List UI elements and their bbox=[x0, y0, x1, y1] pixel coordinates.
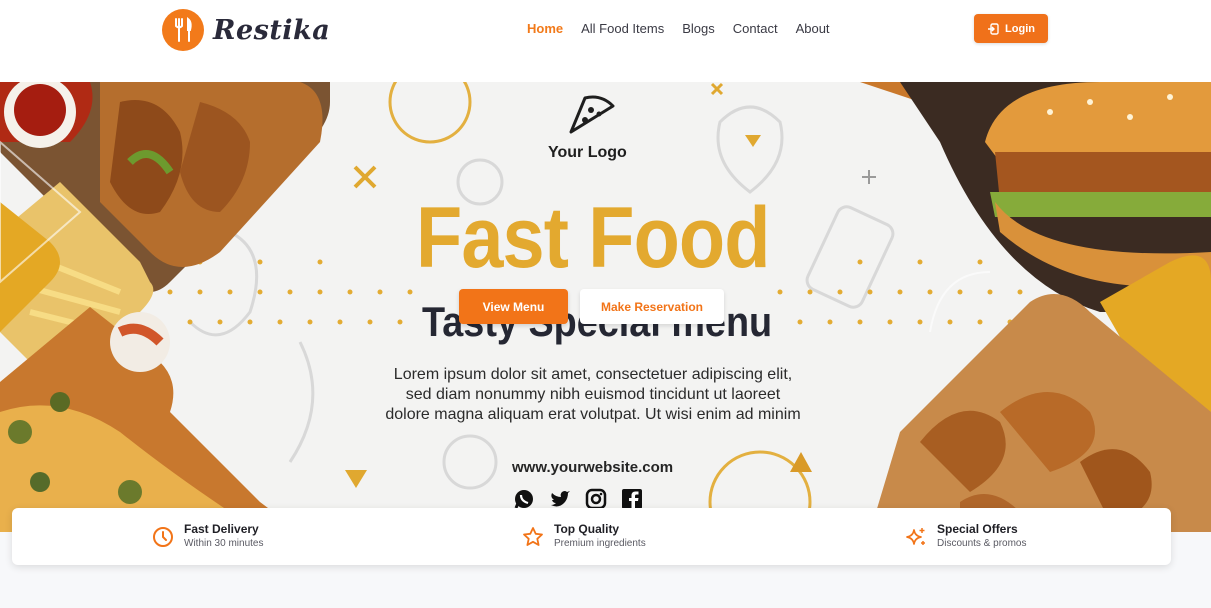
sparkles-icon bbox=[906, 528, 925, 545]
nav-item-about[interactable]: About bbox=[796, 21, 830, 37]
feature-title: Fast Delivery bbox=[184, 522, 259, 536]
facebook-icon bbox=[621, 488, 643, 510]
social-icons bbox=[513, 488, 643, 510]
feature-subtitle: Within 30 minutes bbox=[184, 538, 264, 549]
login-label: Login bbox=[1005, 22, 1035, 35]
fork-knife-icon bbox=[162, 9, 204, 51]
star-icon bbox=[523, 527, 543, 546]
nav-item-home[interactable]: Home bbox=[527, 21, 563, 37]
nav-item-contact[interactable]: Contact bbox=[733, 21, 778, 37]
hero-description: Lorem ipsum dolor sit amet, consectetuer… bbox=[352, 365, 834, 425]
nav-item-all-food-items[interactable]: All Food Items bbox=[581, 21, 664, 37]
hero-banner: Your Logo Fast Food Tasty Special menu L… bbox=[0, 82, 1211, 532]
whatsapp-icon bbox=[513, 488, 535, 510]
view-menu-button[interactable]: View Menu bbox=[459, 289, 568, 324]
hero-description-line: dolore magna aliquam erat volutpat. Ut w… bbox=[385, 406, 801, 423]
feature-subtitle: Premium ingredients bbox=[554, 538, 646, 549]
feature-title: Special Offers bbox=[937, 522, 1018, 536]
hero-headline: Fast Food bbox=[416, 190, 771, 286]
banner-logo-text: Your Logo bbox=[548, 144, 627, 161]
hero-description-line: Lorem ipsum dolor sit amet, consectetuer… bbox=[393, 366, 793, 383]
login-icon bbox=[988, 22, 999, 35]
feature-subtitle: Discounts & promos bbox=[937, 538, 1027, 549]
hero-description-line: sed diam nonummy nibh euismod tincidunt … bbox=[405, 386, 781, 403]
brand-name: Restika bbox=[213, 14, 331, 46]
login-button[interactable]: Login bbox=[974, 14, 1048, 43]
feature-special-offers: Special Offers Discounts & promos bbox=[905, 522, 1026, 551]
instagram-icon bbox=[585, 488, 607, 510]
site-header: Restika Home All Food Items Blogs Contac… bbox=[0, 0, 1211, 82]
feature-fast-delivery: Fast Delivery Within 30 minutes bbox=[152, 522, 263, 551]
brand-logo[interactable]: Restika bbox=[162, 9, 330, 51]
feature-title: Top Quality bbox=[554, 522, 620, 536]
main-nav: Home All Food Items Blogs Contact About bbox=[527, 21, 848, 37]
feature-top-quality: Top Quality Premium ingredients bbox=[522, 522, 646, 551]
features-bar: Fast Delivery Within 30 minutes Top Qual… bbox=[12, 508, 1171, 565]
pizza-slice-icon bbox=[569, 95, 615, 134]
twitter-icon bbox=[549, 488, 571, 510]
make-reservation-button[interactable]: Make Reservation bbox=[580, 289, 724, 324]
nav-item-blogs[interactable]: Blogs bbox=[682, 21, 715, 37]
hero-website: www.yourwebsite.com bbox=[512, 459, 674, 476]
clock-icon bbox=[153, 527, 173, 547]
